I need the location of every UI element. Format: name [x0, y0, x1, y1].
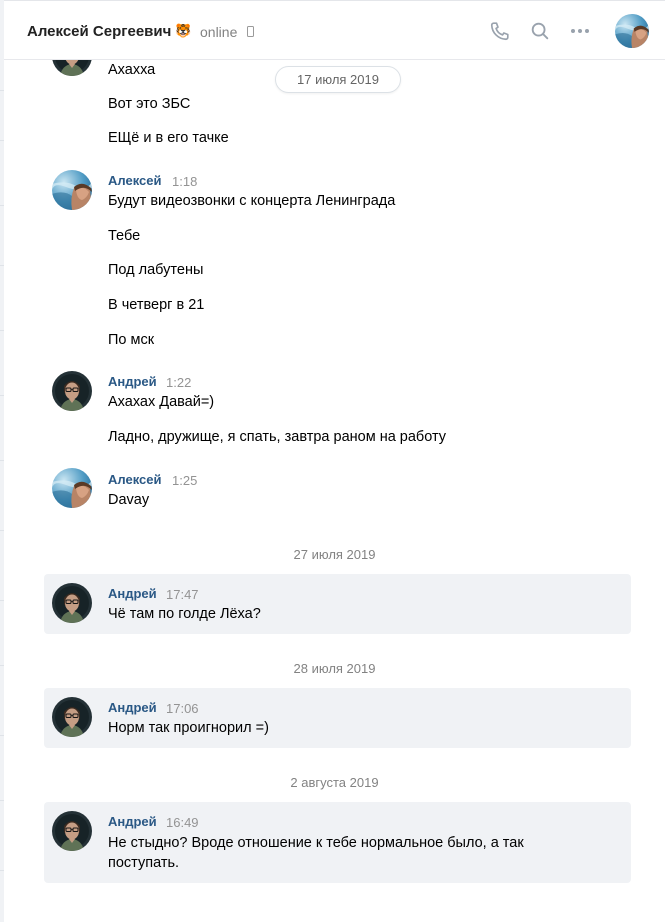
date-separator: 27 июля 2019 — [293, 547, 376, 562]
message-time[interactable]: 1:22 — [166, 375, 191, 390]
avatar[interactable] — [52, 468, 92, 508]
mobile-icon — [247, 26, 254, 37]
message-text: ЕЩё и в его тачке — [108, 130, 229, 146]
message-text: Не стыдно? Вроде отношение к тебе нормал… — [108, 835, 524, 871]
message-text: По мск — [108, 332, 155, 348]
header-avatar[interactable] — [615, 14, 649, 48]
author-name[interactable]: Андрей — [108, 814, 157, 829]
avatar[interactable] — [52, 583, 92, 623]
phone-icon — [490, 22, 509, 41]
message-time[interactable]: 1:25 — [172, 473, 197, 488]
chat-title[interactable]: Алексей Сергеевич — [27, 23, 171, 40]
author-name[interactable]: Алексей — [108, 173, 162, 188]
status-emoji: 🐯 — [175, 23, 192, 38]
message-text: Ахахах Давай=) — [108, 394, 215, 410]
message-text: В четверг в 21 — [108, 297, 205, 313]
message-time[interactable]: 16:49 — [166, 815, 199, 830]
author-name[interactable]: Андрей — [108, 374, 157, 389]
message-time[interactable]: 17:06 — [166, 701, 199, 716]
message-time[interactable]: 17:47 — [166, 587, 199, 602]
floating-date-badge[interactable]: 17 июля 2019 — [275, 66, 401, 93]
date-separator: 28 июля 2019 — [293, 661, 376, 676]
message-text: Davay — [108, 492, 150, 508]
message-feed[interactable]: Ахахха Вот это ЗБС ЕЩё и в его тачке 17 … — [4, 60, 665, 922]
search-icon — [531, 22, 549, 40]
message-text: Будут видеозвонки с концерта Ленинграда — [108, 193, 396, 209]
message-text: Ахахха — [108, 62, 156, 78]
call-button[interactable] — [488, 19, 512, 43]
message-text: Чё там по голде Лёха? — [108, 606, 261, 622]
avatar[interactable] — [52, 170, 92, 210]
message-text: Норм так проигнорил =) — [108, 720, 269, 736]
chat-header: Алексей Сергеевич 🐯 online — [4, 0, 665, 60]
author-name[interactable]: Андрей — [108, 586, 157, 601]
message-text: Ладно, дружище, я спать, завтра раном на… — [108, 429, 447, 445]
author-name[interactable]: Андрей — [108, 700, 157, 715]
online-status: online — [200, 24, 238, 40]
avatar[interactable] — [52, 371, 92, 411]
date-separator: 2 августа 2019 — [290, 775, 379, 790]
message-text: Тебе — [108, 228, 141, 244]
author-name[interactable]: Алексей — [108, 472, 162, 487]
message-text: Вот это ЗБС — [108, 96, 191, 112]
avatar[interactable] — [52, 697, 92, 737]
message-time[interactable]: 1:18 — [172, 174, 197, 189]
avatar[interactable] — [52, 811, 92, 851]
more-icon — [571, 29, 589, 33]
more-button[interactable] — [568, 19, 592, 43]
search-button[interactable] — [528, 19, 552, 43]
message-text: Под лабутены — [108, 262, 204, 278]
